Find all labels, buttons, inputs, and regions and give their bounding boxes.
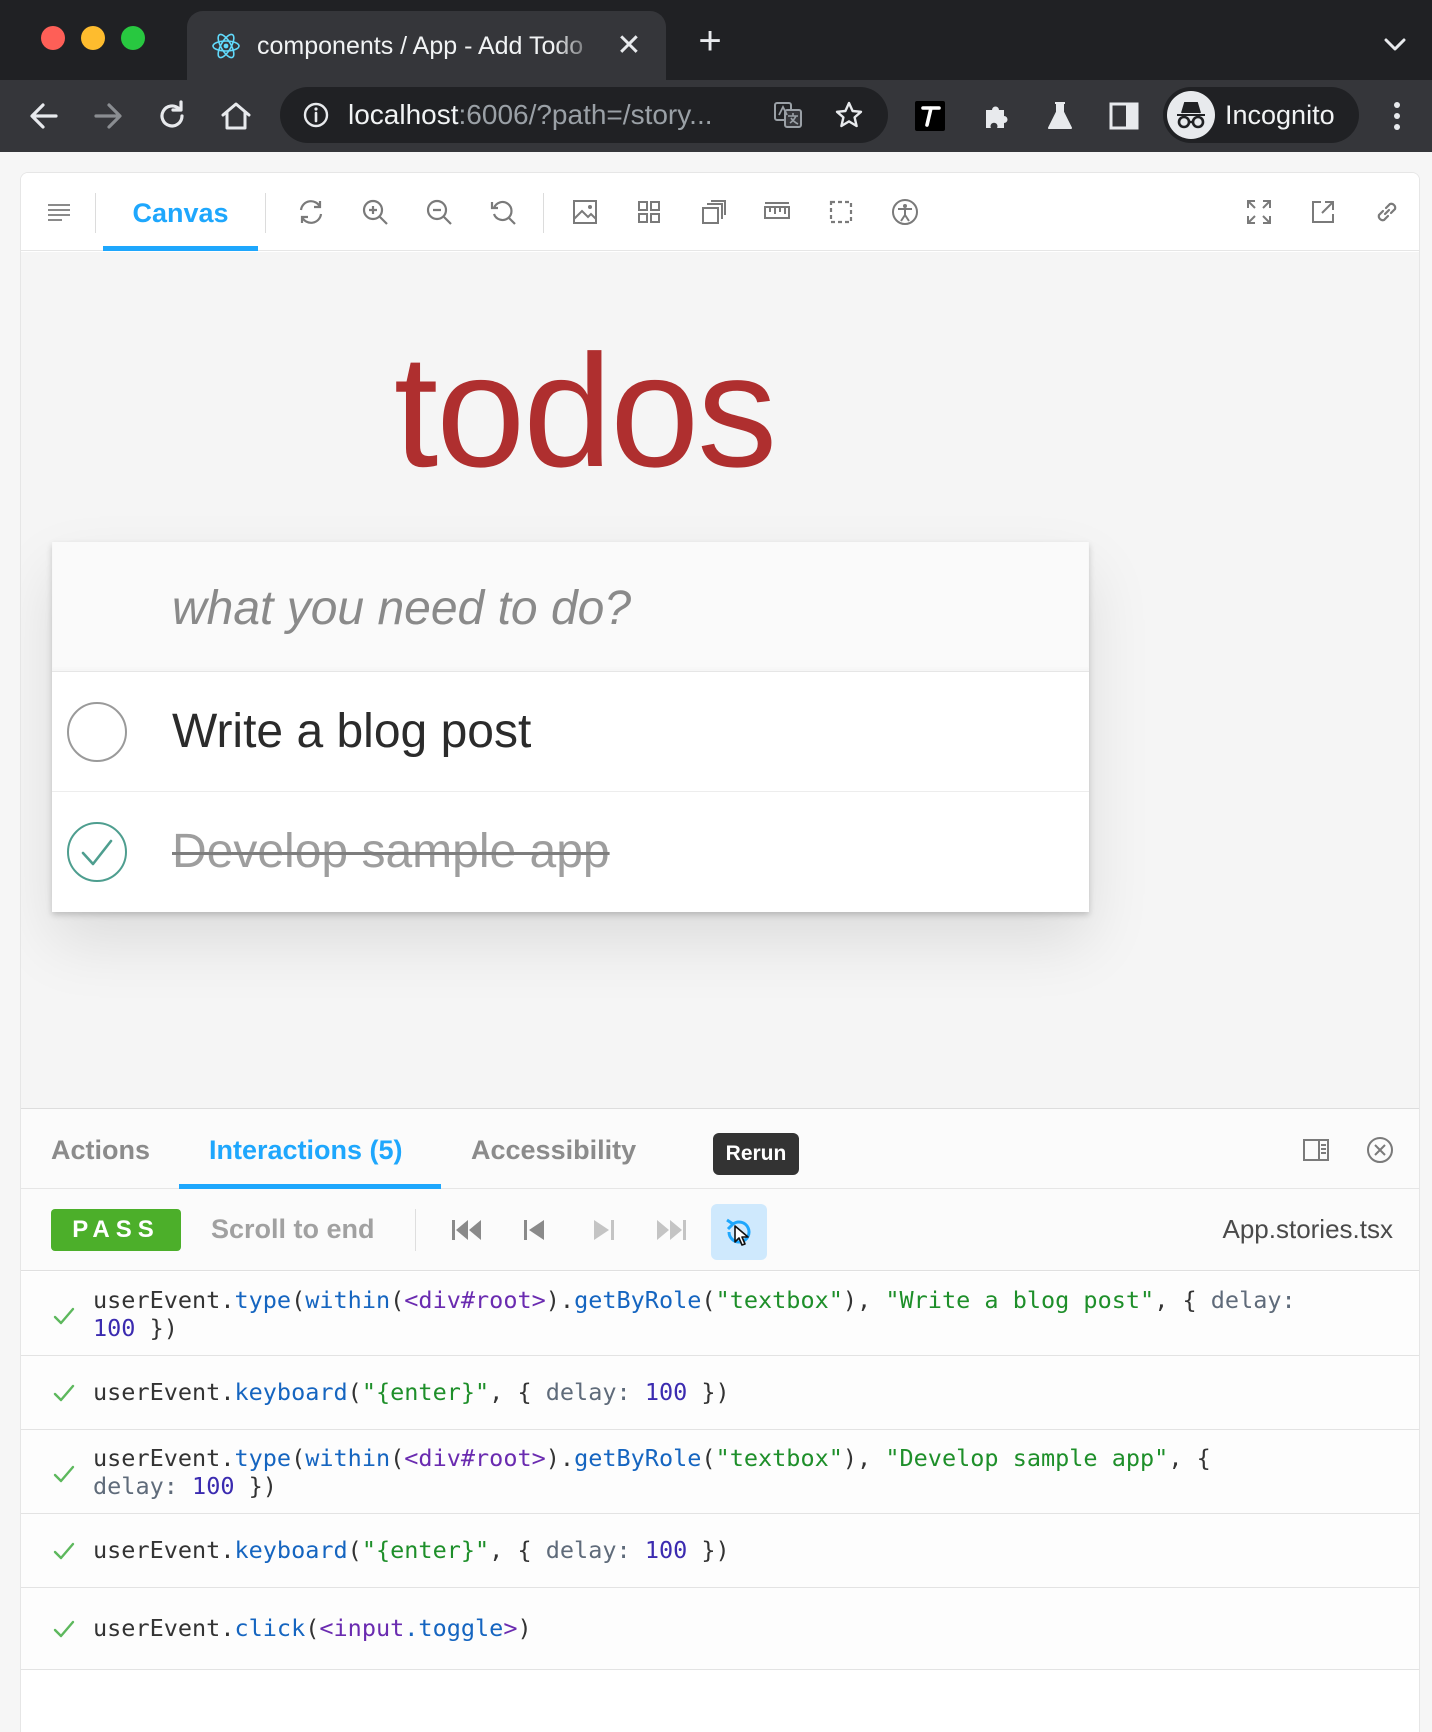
incognito-icon [1167,91,1215,139]
sidepanel-icon[interactable] [1108,100,1140,132]
step-forward-icon[interactable] [585,1212,621,1248]
tab-canvas[interactable]: Canvas [103,173,258,251]
flask-icon[interactable] [1044,100,1076,132]
log-code: userEvent.click(<input.toggle>) [93,1614,532,1642]
copy-link-icon[interactable] [1373,198,1401,226]
new-todo-row [52,542,1089,672]
zoom-out-icon[interactable] [425,198,453,226]
viewport-icon[interactable] [699,198,727,226]
todo-label[interactable]: Write a blog post [172,702,531,762]
sidebar-icon[interactable] [45,198,73,226]
passed-check-icon [51,1538,77,1564]
canvas-tab-indicator [103,246,258,251]
storybook-preview: Canvas todos what you need to do? Write … [20,172,1420,1732]
controls-divider [415,1209,416,1251]
log-row[interactable]: userEvent.click(<input.toggle>) [21,1588,1419,1670]
new-todo-input[interactable] [172,578,1052,638]
kebab-menu-icon[interactable] [1382,98,1412,134]
story-file-name: App.stories.tsx [1222,1214,1393,1244]
toolbar-divider [265,193,266,233]
log-code: userEvent.type(within(<div#root>).getByR… [93,1444,1211,1500]
app-title: todos [393,321,777,500]
canvas-tab-label: Canvas [132,198,229,228]
zoom-reset-icon[interactable] [489,198,517,226]
toolbar-divider [543,193,544,233]
log-code: userEvent.keyboard("{enter}", { delay: 1… [93,1536,730,1564]
passed-check-icon [51,1380,77,1406]
addon-panel: Actions Interactions (5) Accessibility R… [21,1108,1419,1732]
new-tab-icon[interactable] [1309,198,1337,226]
passed-check-icon [51,1461,77,1487]
todo-toggle-unchecked[interactable] [66,701,128,763]
info-icon[interactable] [302,101,330,129]
zoom-in-icon[interactable] [361,198,389,226]
go-to-start-icon[interactable] [449,1212,485,1248]
grid-icon[interactable] [635,198,663,226]
rerun-tooltip: Rerun [713,1133,799,1175]
reload-icon[interactable] [152,96,192,136]
back-icon[interactable] [24,96,64,136]
log-code: userEvent.keyboard("{enter}", { delay: 1… [93,1378,730,1406]
translate-icon[interactable] [772,99,804,131]
status-badge: PASS [51,1209,181,1251]
log-row[interactable]: userEvent.type(within(<div#root>).getByR… [21,1272,1419,1356]
passed-check-icon [51,1303,77,1329]
remount-icon[interactable] [297,198,325,226]
passed-check-icon [51,1616,77,1642]
forward-icon[interactable] [88,96,128,136]
addon-tabs: Actions Interactions (5) Accessibility R… [21,1109,1419,1189]
toolbar-divider [95,193,96,233]
log-row[interactable]: userEvent.type(within(<div#root>).getByR… [21,1430,1419,1514]
tab-interactions[interactable]: Interactions (5) [209,1133,403,1167]
tab-title: components / App - Add Todo [257,32,584,60]
scroll-to-end-button[interactable]: Scroll to end [211,1211,375,1247]
new-tab-button[interactable]: + [693,21,727,61]
t-extension-icon[interactable] [914,100,946,132]
tab-search-icon[interactable] [1381,30,1409,58]
home-icon[interactable] [216,96,256,136]
todo-label-completed[interactable]: Develop sample app [172,822,610,882]
todo-item-completed: Develop sample app [52,792,1089,912]
todo-item: Write a blog post [52,672,1089,792]
background-icon[interactable] [571,198,599,226]
panel-orientation-icon[interactable] [1301,1135,1331,1165]
measure-icon[interactable] [763,198,791,226]
go-to-end-icon[interactable] [653,1212,689,1248]
todo-toggle-checked[interactable] [66,821,128,883]
log-code: userEvent.type(within(<div#root>).getByR… [93,1286,1296,1342]
maximize-window-button[interactable] [121,26,145,50]
browser-tab-bar: components / App - Add Todo ✕ + [0,0,1432,80]
todo-app: Write a blog post Develop sample app [52,542,1089,912]
tab-close-icon[interactable]: ✕ [615,31,643,61]
log-row[interactable]: userEvent.keyboard("{enter}", { delay: 1… [21,1514,1419,1588]
close-window-button[interactable] [41,26,65,50]
tab-accessibility[interactable]: Accessibility [471,1133,636,1167]
rerun-button[interactable] [711,1204,767,1260]
browser-tab-active[interactable]: components / App - Add Todo ✕ [187,11,666,80]
log-row[interactable]: userEvent.keyboard("{enter}", { delay: 1… [21,1356,1419,1430]
close-panel-icon[interactable] [1365,1135,1395,1165]
tab-actions[interactable]: Actions [51,1133,150,1167]
react-icon [211,31,241,61]
outline-icon[interactable] [827,198,855,226]
url-text[interactable]: localhost:6006/?path=/story... [348,97,768,133]
star-icon[interactable] [833,99,865,131]
incognito-profile-button[interactable]: Incognito [1163,87,1359,143]
storybook-toolbar: Canvas [21,173,1419,251]
accessibility-icon[interactable] [891,198,919,226]
minimize-window-button[interactable] [81,26,105,50]
puzzle-icon[interactable] [980,100,1012,132]
interaction-log: userEvent.type(within(<div#root>).getByR… [21,1272,1419,1670]
interaction-controls: PASS Scroll to end App.stories.tsx [21,1189,1419,1271]
incognito-label: Incognito [1225,100,1335,130]
step-back-icon[interactable] [517,1212,553,1248]
address-bar[interactable]: localhost:6006/?path=/story... [280,87,888,143]
fullscreen-icon[interactable] [1245,198,1273,226]
story-canvas: todos Write a blog post Develop sample a… [21,252,1419,1108]
browser-toolbar: localhost:6006/?path=/story... Incognito [0,80,1432,152]
